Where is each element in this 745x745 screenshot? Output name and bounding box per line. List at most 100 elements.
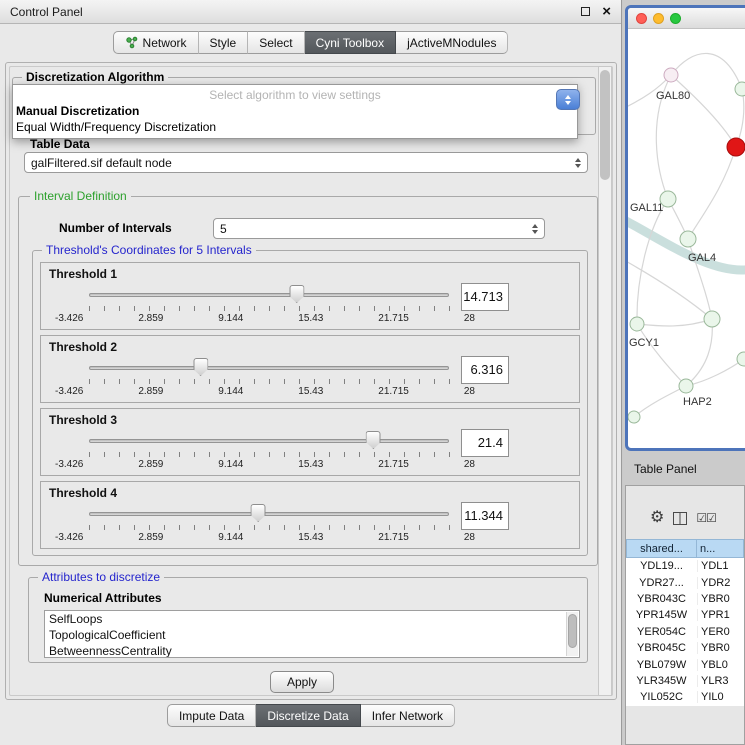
table-row[interactable]: YER054C YER0 <box>626 624 744 640</box>
tab-impute-data[interactable]: Impute Data <box>167 704 256 727</box>
dropdown-option-equal-width[interactable]: Equal Width/Frequency Discretization <box>13 120 577 136</box>
minimize-button[interactable] <box>653 13 664 24</box>
table-row[interactable]: YBR043C YBR0 <box>626 591 744 607</box>
settings-gear-icon[interactable]: ⚙ <box>650 510 664 526</box>
slider-thumb[interactable] <box>251 504 266 522</box>
tab-style[interactable]: Style <box>199 31 249 54</box>
slider-thumb[interactable] <box>366 431 381 449</box>
threshold-slider[interactable] <box>89 358 449 376</box>
slider-track[interactable] <box>89 293 449 297</box>
network-window-titlebar[interactable] <box>628 8 745 29</box>
number-of-intervals-combobox[interactable]: 5 <box>213 218 545 239</box>
table-cell[interactable]: YIL052C <box>626 691 697 703</box>
network-node[interactable] <box>664 68 678 82</box>
slider-thumb[interactable] <box>193 358 208 376</box>
table-cell[interactable]: YDL1 <box>697 560 744 572</box>
tab-select[interactable]: Select <box>248 31 304 54</box>
list-item[interactable]: SelfLoops <box>45 611 579 627</box>
table-cell[interactable]: YIL0 <box>697 691 744 703</box>
table-row[interactable]: YPR145W YPR1 <box>626 607 744 623</box>
panel-scrollbar[interactable] <box>598 66 612 696</box>
dropdown-option-manual-discretization[interactable]: Manual Discretization <box>13 104 577 120</box>
scrollbar-thumb[interactable] <box>568 614 577 648</box>
table-cell[interactable]: YER0 <box>697 626 744 638</box>
slider-scale: -3.426 2.859 9.144 15.43 21.715 28 <box>55 532 475 544</box>
table-cell[interactable]: YDR2 <box>697 577 744 589</box>
scrollbar-thumb[interactable] <box>600 70 610 180</box>
network-edge[interactable] <box>671 53 742 89</box>
table-cell[interactable]: YBR0 <box>697 642 744 654</box>
table-row[interactable]: YIL052C YIL0 <box>626 689 744 705</box>
network-edge[interactable] <box>637 324 686 386</box>
window-titlebar[interactable]: Control Panel × <box>0 0 621 24</box>
table-cell[interactable]: YBL079W <box>626 659 697 671</box>
column-selector-icon[interactable] <box>673 512 687 525</box>
network-node[interactable] <box>735 82 745 96</box>
close-window-icon[interactable]: × <box>602 4 611 19</box>
scale-tick-label: 21.715 <box>378 532 409 544</box>
slider-thumb[interactable] <box>289 285 304 303</box>
column-header[interactable]: n... <box>697 539 744 558</box>
table-row[interactable]: YBL079W YBL0 <box>626 656 744 672</box>
network-edge[interactable] <box>628 259 712 319</box>
table-cell[interactable]: YLR345W <box>626 675 697 687</box>
table-row[interactable]: YBR045C YBR0 <box>626 640 744 656</box>
table-cell[interactable]: YBL0 <box>697 659 744 671</box>
select-all-icon[interactable]: ☑☑ <box>696 511 716 525</box>
threshold-value-field[interactable]: 6.316 <box>461 356 509 384</box>
threshold-value-field[interactable]: 21.4 <box>461 429 509 457</box>
table-cell[interactable]: YBR043C <box>626 593 697 605</box>
table-row[interactable]: YDR27... YDR2 <box>626 574 744 590</box>
tab-cyni-toolbox[interactable]: Cyni Toolbox <box>305 31 396 54</box>
table-cell[interactable]: YDL19... <box>626 560 697 572</box>
table-data-combobox[interactable]: galFiltered.sif default node <box>24 152 588 173</box>
network-edge[interactable] <box>688 239 712 319</box>
combo-up-arrow-icon <box>565 95 571 99</box>
float-window-icon[interactable] <box>581 7 590 16</box>
threshold-value-field[interactable]: 14.713 <box>461 283 509 311</box>
column-header[interactable]: shared... <box>626 539 697 558</box>
list-item[interactable]: BetweennessCentrality <box>45 643 579 658</box>
threshold-slider[interactable] <box>89 504 449 522</box>
network-edge[interactable] <box>686 359 744 386</box>
zoom-button[interactable] <box>670 13 681 24</box>
network-node[interactable] <box>680 231 696 247</box>
slider-track[interactable] <box>89 366 449 370</box>
network-node[interactable] <box>737 352 745 366</box>
list-scrollbar[interactable] <box>566 612 578 656</box>
tab-infer-network[interactable]: Infer Network <box>361 704 455 727</box>
network-node-selected[interactable] <box>727 138 745 156</box>
table-row[interactable]: YLR345W YLR3 <box>626 673 744 689</box>
table-cell[interactable]: YBR0 <box>697 593 744 605</box>
network-node[interactable] <box>628 411 640 423</box>
tab-network[interactable]: Network <box>113 31 199 54</box>
threshold-value-field[interactable]: 11.344 <box>461 502 509 530</box>
table-cell[interactable]: YBR045C <box>626 642 697 654</box>
threshold-slider[interactable] <box>89 431 449 449</box>
network-edge[interactable] <box>671 75 736 147</box>
network-node[interactable] <box>679 379 693 393</box>
algorithm-combobox-button[interactable] <box>556 89 580 110</box>
table-cell[interactable]: YPR1 <box>697 609 744 621</box>
network-node[interactable] <box>704 311 720 327</box>
network-edge[interactable] <box>688 147 736 239</box>
network-edge[interactable] <box>634 386 686 417</box>
close-button[interactable] <box>636 13 647 24</box>
table-cell[interactable]: YDR27... <box>626 577 697 589</box>
table-row[interactable]: YDL19... YDL1 <box>626 558 744 574</box>
slider-track[interactable] <box>89 512 449 516</box>
table-cell[interactable]: YLR3 <box>697 675 744 687</box>
network-edge[interactable] <box>637 199 668 324</box>
list-item[interactable]: TopologicalCoefficient <box>45 627 579 643</box>
table-cell[interactable]: YER054C <box>626 626 697 638</box>
network-edge[interactable] <box>686 319 712 386</box>
table-cell[interactable]: YPR145W <box>626 609 697 621</box>
network-canvas[interactable]: GAL80 GAL11 GAL4 GCY1 HAP2 <box>628 29 745 431</box>
threshold-slider[interactable] <box>89 285 449 303</box>
network-node[interactable] <box>630 317 644 331</box>
tab-discretize-data[interactable]: Discretize Data <box>256 704 360 727</box>
tab-jactivemodules[interactable]: jActiveMNodules <box>396 31 508 54</box>
network-edge[interactable] <box>637 319 712 326</box>
apply-button[interactable]: Apply <box>270 671 334 693</box>
slider-track[interactable] <box>89 439 449 443</box>
